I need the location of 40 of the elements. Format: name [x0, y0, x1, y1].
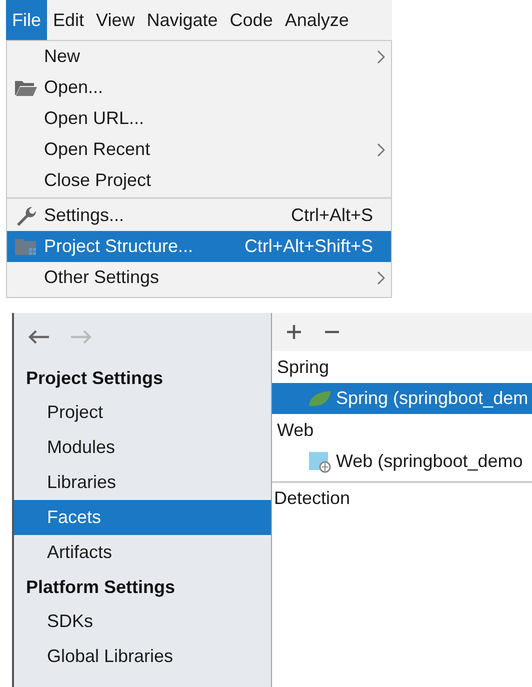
back-arrow-icon[interactable] — [28, 329, 50, 345]
chevron-right-icon — [377, 142, 385, 156]
chevron-right-icon — [377, 50, 385, 64]
menu-item[interactable]: Close Project — [7, 165, 391, 196]
add-icon[interactable] — [286, 324, 302, 340]
group-heading: Spring — [276, 356, 330, 379]
leaf-icon — [308, 390, 332, 408]
tree-item[interactable]: Web (springboot_demo — [272, 446, 532, 477]
detection-label: Detection — [273, 486, 352, 510]
folder-icon — [14, 78, 38, 96]
menu-item[interactable]: Project Structure... Ctrl+Alt+Shift+S — [7, 231, 391, 262]
menu-bar-item[interactable]: View — [90, 0, 141, 40]
sidebar-item[interactable]: SDKs — [14, 604, 271, 639]
sidebar-item[interactable]: Project — [14, 395, 271, 430]
tree-item[interactable]: Spring (springboot_dem — [272, 383, 532, 414]
section-heading: Project Settings — [25, 366, 164, 390]
menu-item[interactable]: Other Settings — [7, 262, 391, 293]
group-heading: Web — [276, 418, 315, 442]
menu-bar-item[interactable]: Analyze — [278, 0, 355, 40]
sidebar-item[interactable]: Facets — [14, 500, 271, 535]
sidebar-item[interactable]: Global Libraries — [14, 639, 271, 674]
sidebar-item[interactable]: Libraries — [14, 465, 271, 500]
menu-bar-item[interactable]: Edit — [47, 0, 90, 40]
sidebar-item[interactable]: Modules — [14, 430, 271, 465]
chevron-right-icon — [377, 270, 385, 284]
section-heading: Platform Settings — [25, 576, 176, 599]
web-page-icon — [308, 450, 332, 472]
wrench-icon — [14, 204, 36, 226]
menu-bar-item[interactable]: Navigate — [140, 0, 224, 40]
shortcut-label: Ctrl+Alt+Shift+S — [244, 235, 373, 258]
menu-item[interactable]: Settings... Ctrl+Alt+S — [7, 200, 391, 231]
folder-grid-icon — [14, 238, 38, 256]
menu-bar-item[interactable]: Code — [224, 0, 279, 40]
shortcut-label: Ctrl+Alt+S — [290, 204, 373, 227]
menu-bar-item[interactable]: File — [6, 0, 48, 40]
menu-item[interactable]: New — [7, 41, 391, 72]
menu-item[interactable]: Open Recent — [7, 134, 391, 165]
menu-item[interactable]: Open... — [7, 72, 391, 103]
menu-item[interactable]: Open URL... — [7, 103, 391, 134]
sidebar-item[interactable]: Artifacts — [14, 535, 271, 570]
